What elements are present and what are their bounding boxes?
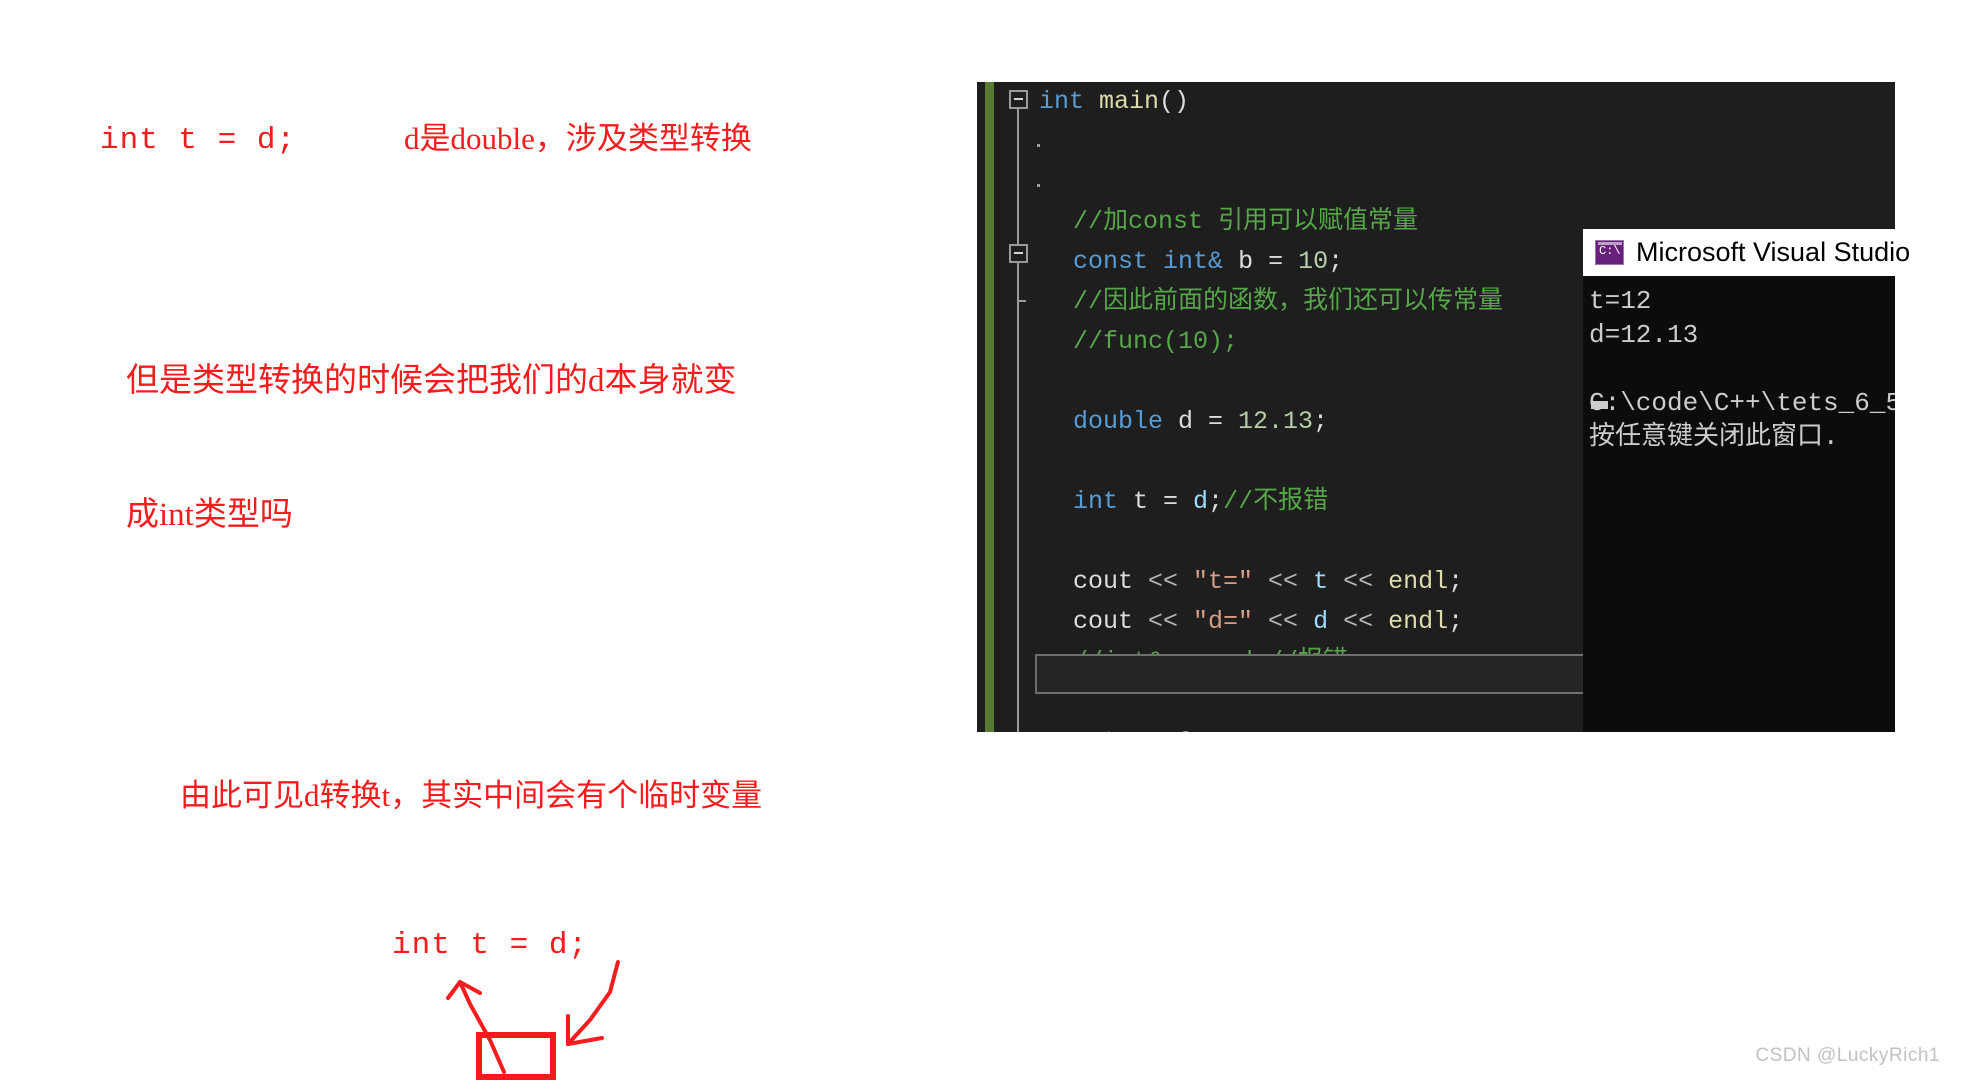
annotation-code-bottom: int t = d;	[392, 928, 589, 963]
code-token: d	[1313, 607, 1329, 636]
code-token: t =	[1118, 487, 1194, 516]
code-token: <<	[1133, 567, 1194, 596]
code-token: endl	[1388, 607, 1449, 636]
code-token: ;	[1328, 247, 1344, 276]
code-token: <<	[1253, 607, 1314, 636]
code-token: int	[1163, 247, 1209, 276]
annotation-note-type-conversion: d是double，涉及类型转换	[404, 121, 752, 156]
console-line: C:\code\C++\tets_6_5	[1589, 388, 1895, 418]
console-titlebar[interactable]: Microsoft Visual Studio	[1583, 229, 1910, 276]
code-token: //int& a = d;//报错	[1073, 647, 1349, 676]
code-token: const	[1073, 247, 1149, 276]
code-token: d	[1193, 487, 1209, 516]
code-token: double	[1073, 407, 1164, 436]
temporary-variable-box	[476, 1032, 556, 1080]
annotation-conclusion: 由此可见d转换t，其实中间会有个临时变量	[180, 778, 763, 813]
code-token: ;	[1193, 727, 1208, 732]
code-token: "d="	[1193, 607, 1254, 636]
code-token: <<	[1253, 567, 1314, 596]
code-token: ()	[1159, 87, 1190, 116]
code-line[interactable]	[1023, 162, 1895, 202]
annotation-question: 但是类型转换的时候会把我们的d本身就变 成int类型吗	[126, 270, 846, 626]
code-token: <<	[1133, 607, 1194, 636]
code-token: d =	[1163, 407, 1239, 436]
annotation-code-top: int t = d;	[100, 123, 297, 158]
console-output: t=12 d=12.13 C:\code\C++\tets_6_5 按任意键关闭此窗…	[1583, 276, 1895, 732]
annotation-question-line-2: 成int类型吗	[126, 496, 293, 533]
code-token: cout	[1073, 607, 1134, 636]
code-token: cout	[1073, 567, 1134, 596]
code-outline-rail	[1017, 104, 1019, 732]
code-token: "t="	[1193, 567, 1254, 596]
code-token: //不报错	[1223, 487, 1329, 516]
annotation-question-line-1: 但是类型转换的时候会把我们的d本身就变	[126, 363, 737, 400]
watermark-label: CSDN @LuckyRich1	[1755, 1045, 1940, 1066]
code-token: 10	[1298, 247, 1329, 276]
console-window[interactable]: Microsoft Visual Studio t=12 d=12.13 C:\c…	[1583, 229, 1910, 732]
console-title-label: Microsoft Visual Studio	[1636, 237, 1911, 267]
console-cursor	[1591, 401, 1608, 409]
code-token: ;	[1448, 607, 1464, 636]
code-token: <<	[1328, 607, 1389, 636]
code-token: //加const 引用可以赋值常量	[1073, 207, 1419, 236]
code-token: 12.13	[1238, 407, 1314, 436]
code-token: <<	[1328, 567, 1389, 596]
console-line: t=12	[1589, 286, 1652, 316]
code-token: main	[1099, 87, 1160, 116]
code-token: ;	[1208, 487, 1224, 516]
code-token: t	[1313, 567, 1329, 596]
slide-canvas: int t = d; d是double，涉及类型转换 但是类型转换的时候会把我们…	[0, 0, 1962, 1085]
code-token: return	[1073, 727, 1163, 732]
console-line: 按任意键关闭此窗口.	[1589, 422, 1839, 452]
code-token: b =	[1223, 247, 1299, 276]
console-line: d=12.13	[1589, 320, 1699, 350]
code-line[interactable]	[1023, 122, 1895, 162]
code-token: int	[1073, 487, 1119, 516]
code-token: &	[1208, 247, 1224, 276]
code-token: ;	[1448, 567, 1464, 596]
code-line[interactable]: int main()	[1023, 82, 1895, 122]
code-token: //因此前面的函数，我们还可以传常量	[1073, 287, 1504, 316]
code-token: endl	[1388, 567, 1449, 596]
code-token: ;	[1313, 407, 1329, 436]
code-token: int	[1039, 87, 1085, 116]
change-indicator-bar	[985, 82, 994, 732]
code-token: //func(10);	[1073, 327, 1239, 356]
console-app-icon	[1595, 240, 1624, 265]
code-token: 0	[1178, 727, 1193, 732]
